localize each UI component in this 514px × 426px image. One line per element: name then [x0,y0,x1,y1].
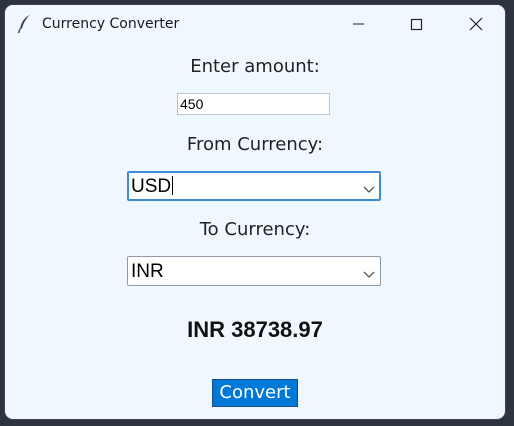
from-currency-label: From Currency: [186,134,324,155]
chevron-down-icon[interactable] [363,181,375,193]
from-currency-select[interactable]: USD [127,171,381,201]
close-button[interactable] [447,5,505,43]
chevron-down-icon[interactable] [363,266,375,278]
feather-icon [17,14,33,34]
window-title: Currency Converter [42,16,180,32]
title-bar[interactable]: Currency Converter [5,5,505,43]
amount-input[interactable] [177,93,330,115]
conversion-result: INR 38738.97 [187,317,323,342]
to-currency-label: To Currency: [199,219,311,240]
text-cursor [172,176,174,195]
app-window: Currency Converter Enter amount: From Cu… [5,5,505,419]
amount-label: Enter amount: [190,56,320,77]
from-currency-value: USD [131,176,174,197]
to-currency-value: INR [131,261,164,282]
minimize-button[interactable] [329,5,387,43]
maximize-button[interactable] [387,5,445,43]
convert-button[interactable]: Convert [212,379,298,407]
to-currency-select[interactable]: INR [127,256,381,286]
